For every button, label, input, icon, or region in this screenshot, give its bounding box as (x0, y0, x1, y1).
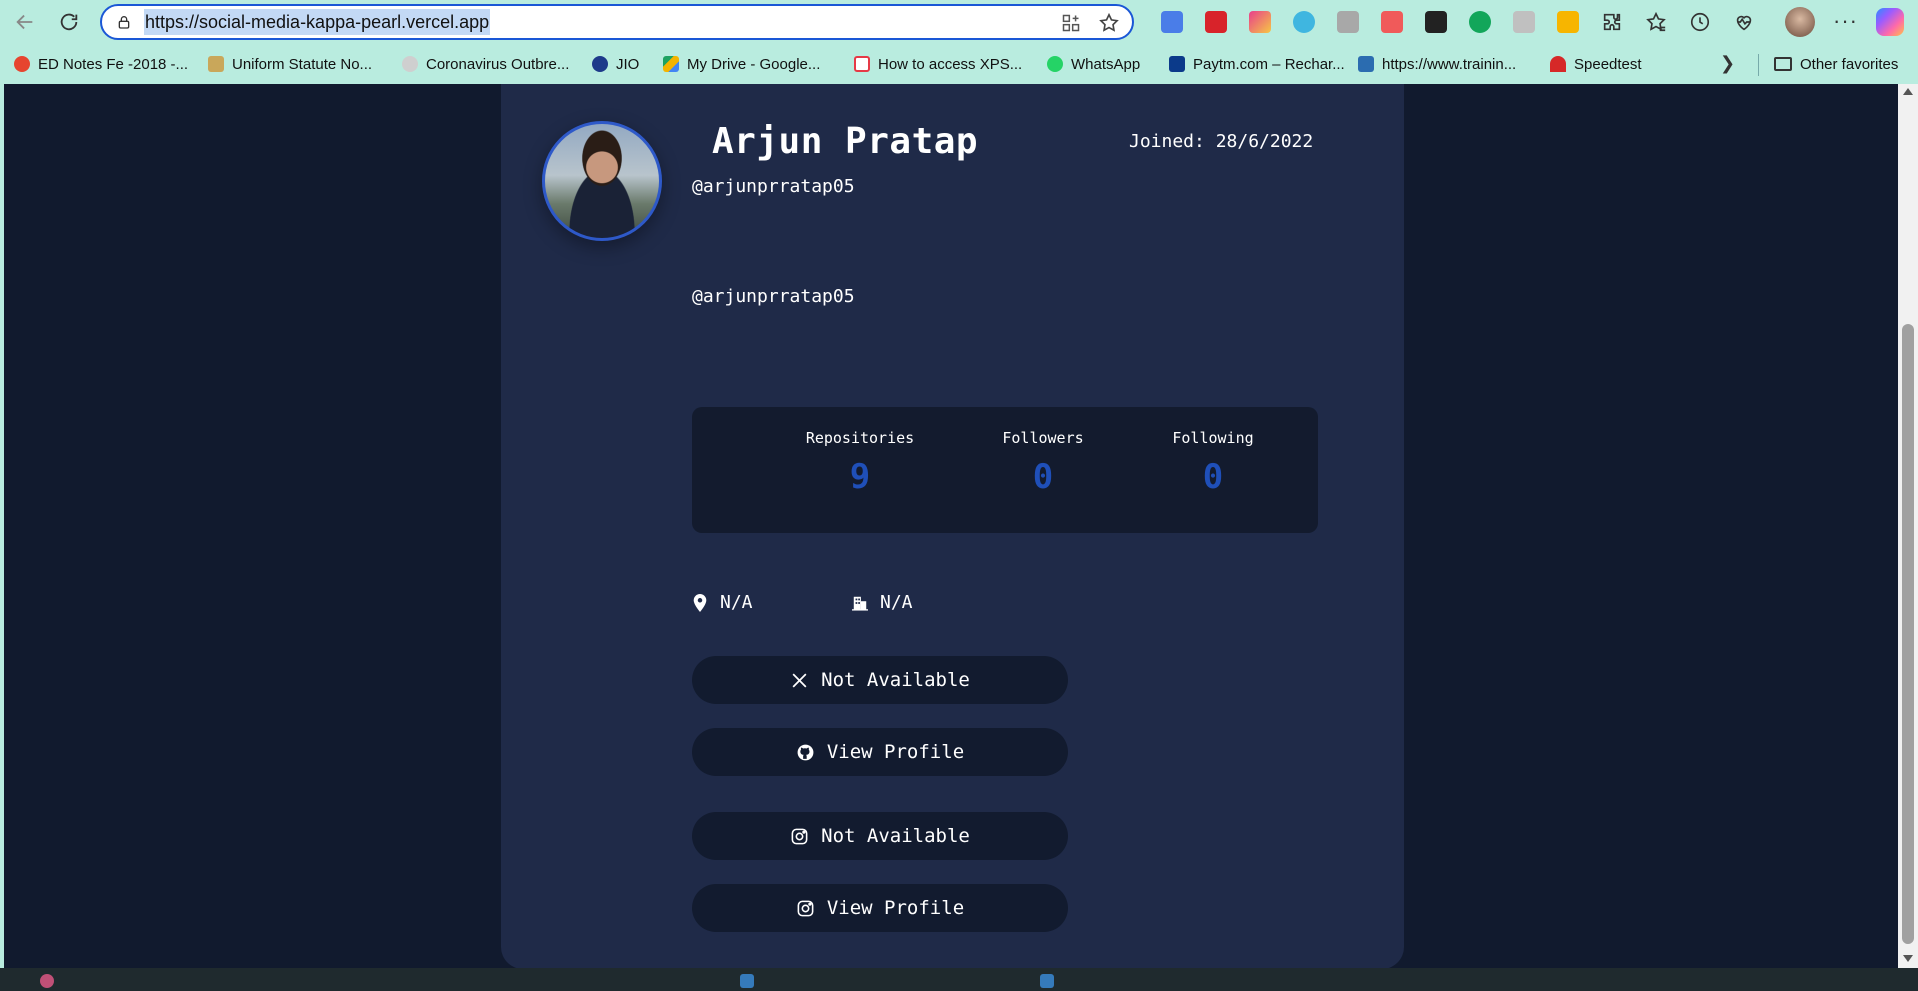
quick-extension-icon[interactable] (1326, 9, 1370, 35)
x-twitter-icon (792, 673, 807, 687)
bookmark-item[interactable]: WhatsApp (1047, 45, 1140, 83)
stat-followers: Followers 0 (963, 429, 1123, 497)
bookmark-favicon-icon (854, 56, 870, 72)
url-text[interactable]: https://social-media-kappa-pearl.vercel.… (144, 9, 491, 35)
app-available-icon[interactable] (1060, 12, 1082, 34)
instagram-link-label: Not Available (821, 825, 970, 847)
grammarly-icon[interactable] (1458, 9, 1502, 35)
twitter-link-button[interactable]: Not Available (692, 656, 1068, 704)
favorite-star-icon[interactable] (1098, 12, 1120, 34)
instagram-icon (797, 900, 814, 916)
number-extension-icon[interactable] (1238, 9, 1282, 35)
browser-essentials-icon[interactable] (1722, 9, 1766, 35)
acrobat-extension-icon[interactable] (1194, 9, 1238, 35)
bookmark-item[interactable]: My Drive - Google... (663, 45, 820, 83)
location-value: N/A (720, 592, 753, 613)
profile-handle: @arjunprratap05 (692, 176, 855, 197)
github-link-label: View Profile (826, 741, 965, 763)
address-bar[interactable]: https://social-media-kappa-pearl.vercel.… (100, 4, 1134, 40)
paytm-icon (1169, 56, 1185, 72)
extensions-puzzle-icon[interactable] (1590, 9, 1634, 35)
bookmarks-divider (1758, 54, 1759, 76)
bookmark-favicon-icon (402, 56, 418, 72)
bookmark-item[interactable]: JIO (592, 45, 639, 83)
back-button[interactable] (10, 7, 40, 37)
page-viewport: Arjun Pratap Joined: 28/6/2022 @arjunprr… (4, 84, 1898, 968)
stat-label: Repositories (805, 429, 915, 447)
bookmark-item[interactable]: ED Notes Fe -2018 -... (14, 45, 188, 83)
speed-extension-icon[interactable] (1282, 9, 1326, 35)
building-icon (852, 596, 868, 611)
copilot-icon[interactable] (1876, 8, 1904, 36)
taskbar-app-icon[interactable] (1040, 974, 1054, 988)
folder-icon (1774, 57, 1792, 71)
google-drive-icon (663, 56, 679, 72)
profile-card: Arjun Pratap Joined: 28/6/2022 @arjunprr… (501, 84, 1404, 968)
profile-avatar (542, 121, 662, 241)
bookmark-item[interactable]: Paytm.com – Rechar... (1169, 45, 1345, 83)
os-taskbar (0, 968, 1918, 991)
company-info: N/A (852, 592, 913, 613)
scroll-thumb[interactable] (1902, 324, 1914, 944)
more-options-icon[interactable]: ··· (1833, 8, 1858, 34)
joined-date: Joined: 28/6/2022 (1129, 131, 1314, 152)
more-bookmarks-chevron-icon[interactable]: ❯ (1720, 53, 1735, 74)
whatsapp-icon (1047, 56, 1063, 72)
refresh-button[interactable] (54, 7, 84, 37)
page-scrollbar[interactable] (1898, 84, 1918, 968)
stat-label: Followers (1002, 429, 1084, 447)
profile-name: Arjun Pratap (712, 121, 979, 162)
twitter-link-label: Not Available (821, 669, 970, 691)
history-icon[interactable] (1678, 9, 1722, 35)
profile-avatar-icon[interactable] (1785, 7, 1815, 37)
browser-toolbar: https://social-media-kappa-pearl.vercel.… (0, 0, 1918, 43)
taskbar-app-icon[interactable] (40, 974, 54, 988)
bookmarks-bar: ED Notes Fe -2018 -... Uniform Statute N… (0, 45, 1918, 83)
stat-label: Following (1172, 429, 1254, 447)
keep-extension-icon[interactable] (1546, 9, 1590, 35)
location-pin-icon (693, 593, 707, 612)
stat-value: 0 (1032, 457, 1054, 497)
bookmark-item[interactable]: Uniform Statute No... (208, 45, 372, 83)
instagram-profile-label: View Profile (826, 897, 965, 919)
scroll-down-arrow-icon[interactable] (1903, 955, 1913, 962)
bookmark-favicon-icon (14, 56, 30, 72)
location-info: N/A (692, 592, 753, 613)
other-favorites-folder[interactable]: Other favorites (1774, 45, 1898, 83)
stat-repositories: Repositories 9 (780, 429, 940, 497)
k-extension-icon[interactable] (1502, 9, 1546, 35)
translate-extension-icon[interactable] (1150, 9, 1194, 35)
pdf-extension-icon[interactable] (1370, 9, 1414, 35)
bookmark-item[interactable]: https://www.trainin... (1358, 45, 1516, 83)
refresh-icon (60, 13, 78, 31)
stat-following: Following 0 (1133, 429, 1293, 497)
favorites-icon[interactable] (1634, 9, 1678, 35)
stat-value: 0 (1202, 457, 1224, 497)
instagram-profile-button[interactable]: View Profile (692, 884, 1068, 932)
speedtest-icon (1550, 56, 1566, 72)
company-value: N/A (880, 592, 913, 613)
lock-icon[interactable] (114, 12, 134, 32)
picture-in-picture-icon[interactable] (1414, 9, 1458, 35)
extensions-row (1150, 9, 1766, 35)
instagram-icon (791, 828, 808, 844)
scroll-up-arrow-icon[interactable] (1903, 88, 1913, 95)
stats-panel: Repositories 9 Followers 0 Following 0 (692, 407, 1318, 533)
github-icon (797, 744, 814, 760)
bookmark-favicon-icon (1358, 56, 1374, 72)
stat-value: 9 (849, 457, 871, 497)
instagram-link-button[interactable]: Not Available (692, 812, 1068, 860)
github-profile-button[interactable]: View Profile (692, 728, 1068, 776)
back-arrow-icon (16, 14, 33, 30)
taskbar-app-icon[interactable] (740, 974, 754, 988)
bookmark-favicon-icon (208, 56, 224, 72)
bookmark-item[interactable]: How to access XPS... (854, 45, 1022, 83)
bookmark-item[interactable]: Coronavirus Outbre... (402, 45, 569, 83)
profile-bio: @arjunprratap05 (692, 286, 855, 307)
bookmark-item[interactable]: Speedtest (1550, 45, 1642, 83)
bookmark-favicon-icon (592, 56, 608, 72)
